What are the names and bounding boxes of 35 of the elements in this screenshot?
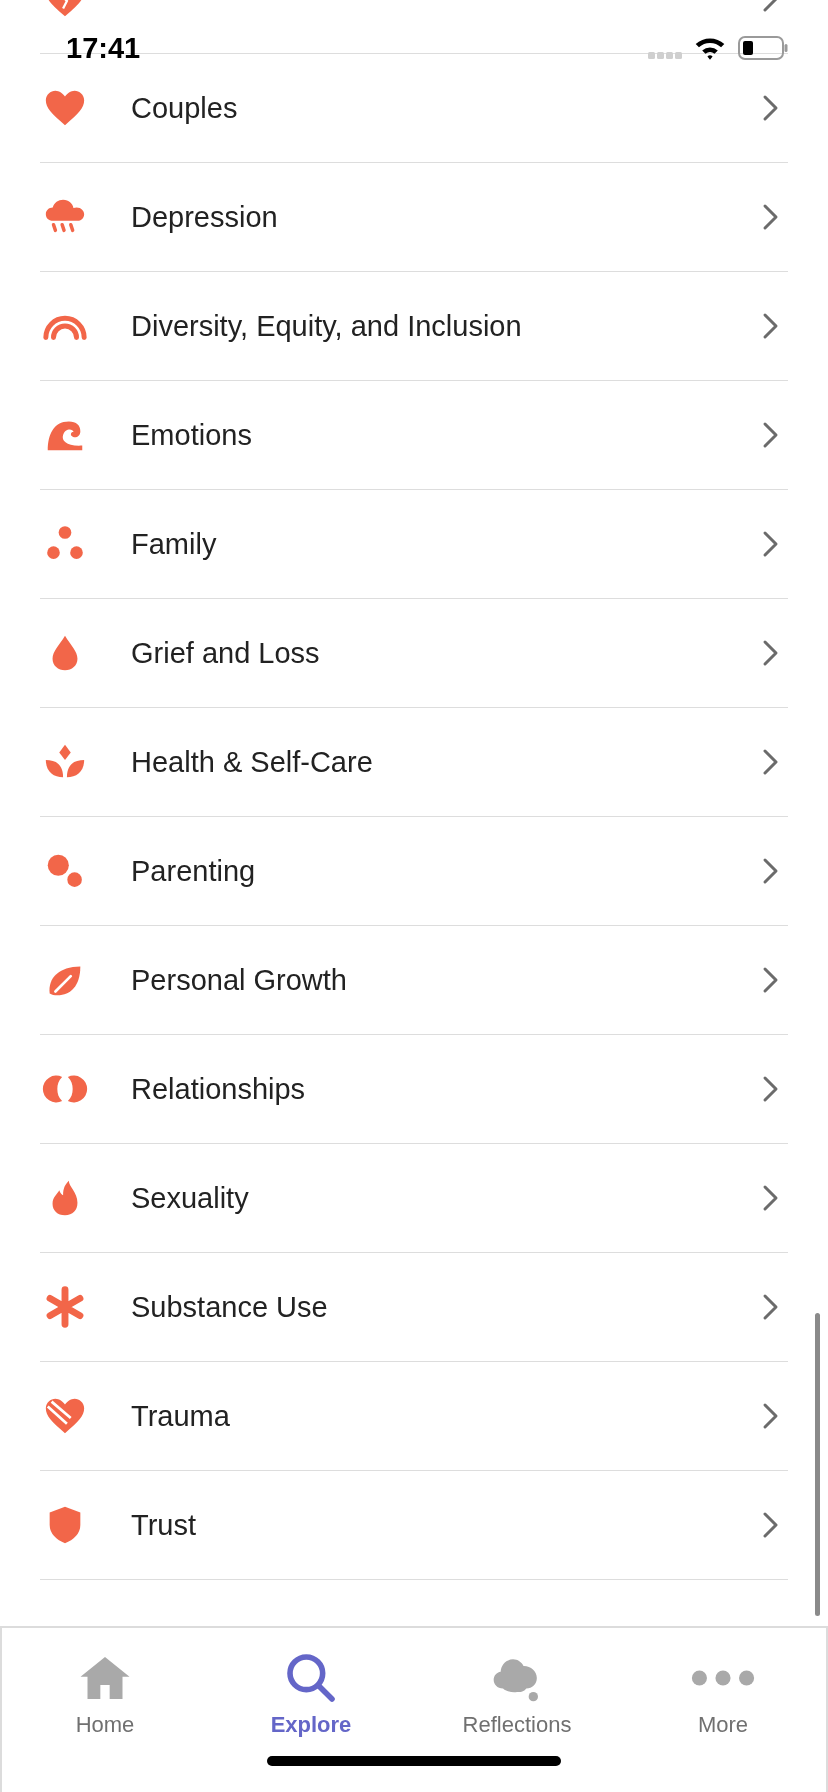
- topic-row[interactable]: Trust: [40, 1471, 788, 1580]
- topic-row[interactable]: Personal Growth: [40, 926, 788, 1035]
- topic-label: Relationships: [131, 1072, 307, 1106]
- topic-row[interactable]: Emotions: [40, 381, 788, 490]
- tab-item[interactable]: Reflections: [414, 1650, 620, 1738]
- topic-row[interactable]: Depression: [40, 163, 788, 272]
- topic-row[interactable]: Parenting: [40, 817, 788, 926]
- topic-row[interactable]: Grief and Loss: [40, 599, 788, 708]
- topic-row[interactable]: Health & Self-Care: [40, 708, 788, 817]
- topic-row[interactable]: Substance Use: [40, 1253, 788, 1362]
- signal-icon: [648, 50, 684, 60]
- topic-label: Couples: [131, 91, 239, 125]
- wifi-icon: [694, 35, 726, 61]
- topic-label: Personal Growth: [131, 963, 348, 997]
- topic-label: Diversity, Equity, and Inclusion: [131, 309, 523, 343]
- topic-label: Family: [131, 527, 218, 561]
- topic-label: Sexuality: [131, 1181, 250, 1215]
- tab-item[interactable]: Home: [2, 1650, 208, 1738]
- topic-label: Parenting: [131, 854, 257, 888]
- battery-icon: [738, 35, 788, 61]
- topic-row[interactable]: Diversity, Equity, and Inclusion: [40, 272, 788, 381]
- topic-row[interactable]: Family: [40, 490, 788, 599]
- tab-item[interactable]: More: [620, 1650, 826, 1738]
- topic-label: Emotions: [131, 418, 253, 452]
- topic-label: Health & Self-Care: [131, 745, 374, 779]
- topic-row[interactable]: Sexuality: [40, 1144, 788, 1253]
- topic-label: Trust: [131, 1508, 197, 1542]
- topic-label: Trauma: [131, 1399, 231, 1433]
- tab-item[interactable]: Explore: [208, 1650, 414, 1738]
- topic-label: Depression: [131, 200, 279, 234]
- topic-row[interactable]: Trauma: [40, 1362, 788, 1471]
- topic-label: Grief and Loss: [131, 636, 321, 670]
- more-icon: [690, 1667, 756, 1689]
- topic-row[interactable]: Relationships: [40, 1035, 788, 1144]
- topic-label: Substance Use: [131, 1290, 329, 1324]
